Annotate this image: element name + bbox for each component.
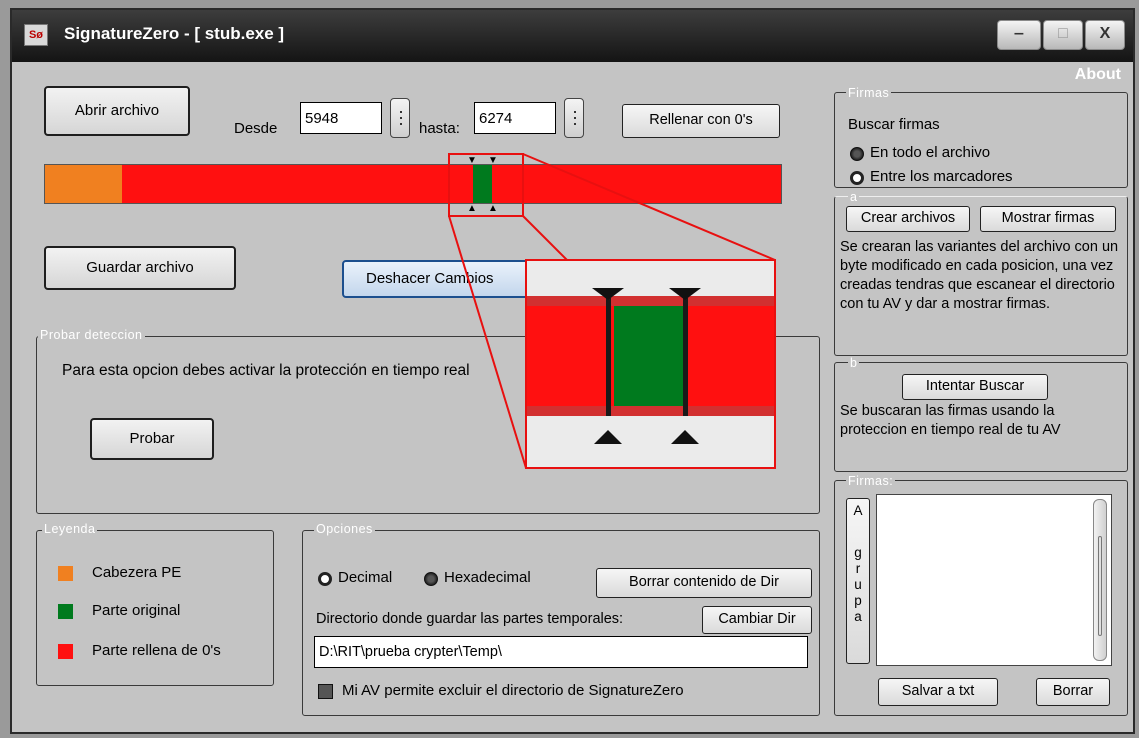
from-spinner[interactable] [390,98,410,138]
dir-label: Directorio donde guardar las partes temp… [316,611,624,627]
test-detection-message: Para esta opcion debes activar la protec… [62,362,470,379]
section-b-label: b [848,356,860,370]
file-bar-segment-filled [121,165,474,203]
group-button[interactable]: A g r u p a [846,498,870,664]
section-a-label: a [848,190,860,204]
scope-whole-radio[interactable] [850,147,864,161]
title-bar[interactable]: Sø SignatureZero - [ stub.exe ] ‒ □ X [12,10,1133,62]
maximize-button[interactable]: □ [1043,20,1083,50]
results-label: Firmas: [846,474,896,488]
minimize-button[interactable]: ‒ [997,20,1041,50]
show-signatures-button[interactable]: Mostrar firmas [980,206,1116,232]
test-button[interactable]: Probar [90,418,214,460]
group-letter: p [854,593,862,608]
to-label: hasta: [419,120,460,137]
scope-markers-radio[interactable] [850,171,864,185]
options-label: Opciones [314,522,375,536]
dir-input[interactable] [314,636,808,668]
scrollbar-thumb[interactable] [1098,536,1102,636]
group-letter: u [854,577,862,592]
group-letter: r [855,561,861,576]
about-link[interactable]: About [1075,66,1121,84]
from-label: Desde [234,120,278,137]
fill-zeros-button[interactable]: Rellenar con 0's [622,104,780,138]
change-dir-button[interactable]: Cambiar Dir [702,606,812,634]
clear-dir-button[interactable]: Borrar contenido de Dir [596,568,812,598]
decimal-radio[interactable] [318,572,332,586]
zoom-overlay [448,153,776,469]
clear-results-button[interactable]: Borrar [1036,678,1110,706]
exclude-checkbox[interactable] [318,684,333,699]
window-title: SignatureZero - [ stub.exe ] [64,24,285,43]
app-icon: Sø [24,24,48,46]
legend-item-header: Cabezera PE [92,564,182,581]
signatures-list[interactable] [876,494,1112,666]
save-txt-button[interactable]: Salvar a txt [878,678,998,706]
legend-swatch-header [58,566,73,581]
hexadecimal-radio[interactable] [424,572,438,586]
scope-whole-label[interactable]: En todo el archivo [870,144,990,161]
group-letter: g [854,545,862,560]
legend-label: Leyenda [42,522,98,536]
open-file-button[interactable]: Abrir archivo [44,86,190,136]
group-letter: a [854,609,862,624]
legend-item-original: Parte original [92,602,181,619]
to-input[interactable] [474,102,556,134]
file-bar-segment-header [45,165,122,203]
hexadecimal-label[interactable]: Hexadecimal [444,569,531,586]
legend-swatch-filled [58,644,73,659]
exclude-label[interactable]: Mi AV permite excluir el directorio de S… [342,682,684,699]
decimal-label[interactable]: Decimal [338,569,392,586]
main-window: Sø SignatureZero - [ stub.exe ] ‒ □ X Ab… [10,8,1135,734]
save-file-button[interactable]: Guardar archivo [44,246,236,290]
signatures-label: Firmas [846,86,892,100]
list-scrollbar[interactable] [1093,499,1107,661]
legend-item-filled: Parte rellena de 0's [92,642,221,659]
group-letter: A [853,503,863,518]
from-input[interactable] [300,102,382,134]
try-search-button[interactable]: Intentar Buscar [902,374,1048,400]
scope-markers-label[interactable]: Entre los marcadores [870,168,1013,185]
section-b-description: Se buscaran las firmas usando la protecc… [840,403,1061,438]
close-button[interactable]: X [1085,20,1125,50]
legend-swatch-original [58,604,73,619]
section-a-description: Se crearan las variantes del archivo con… [840,239,1119,312]
to-spinner[interactable] [564,98,584,138]
test-detection-label: Probar deteccion [38,328,145,342]
search-signatures-label: Buscar firmas [848,116,940,133]
create-files-button[interactable]: Crear archivos [846,206,970,232]
